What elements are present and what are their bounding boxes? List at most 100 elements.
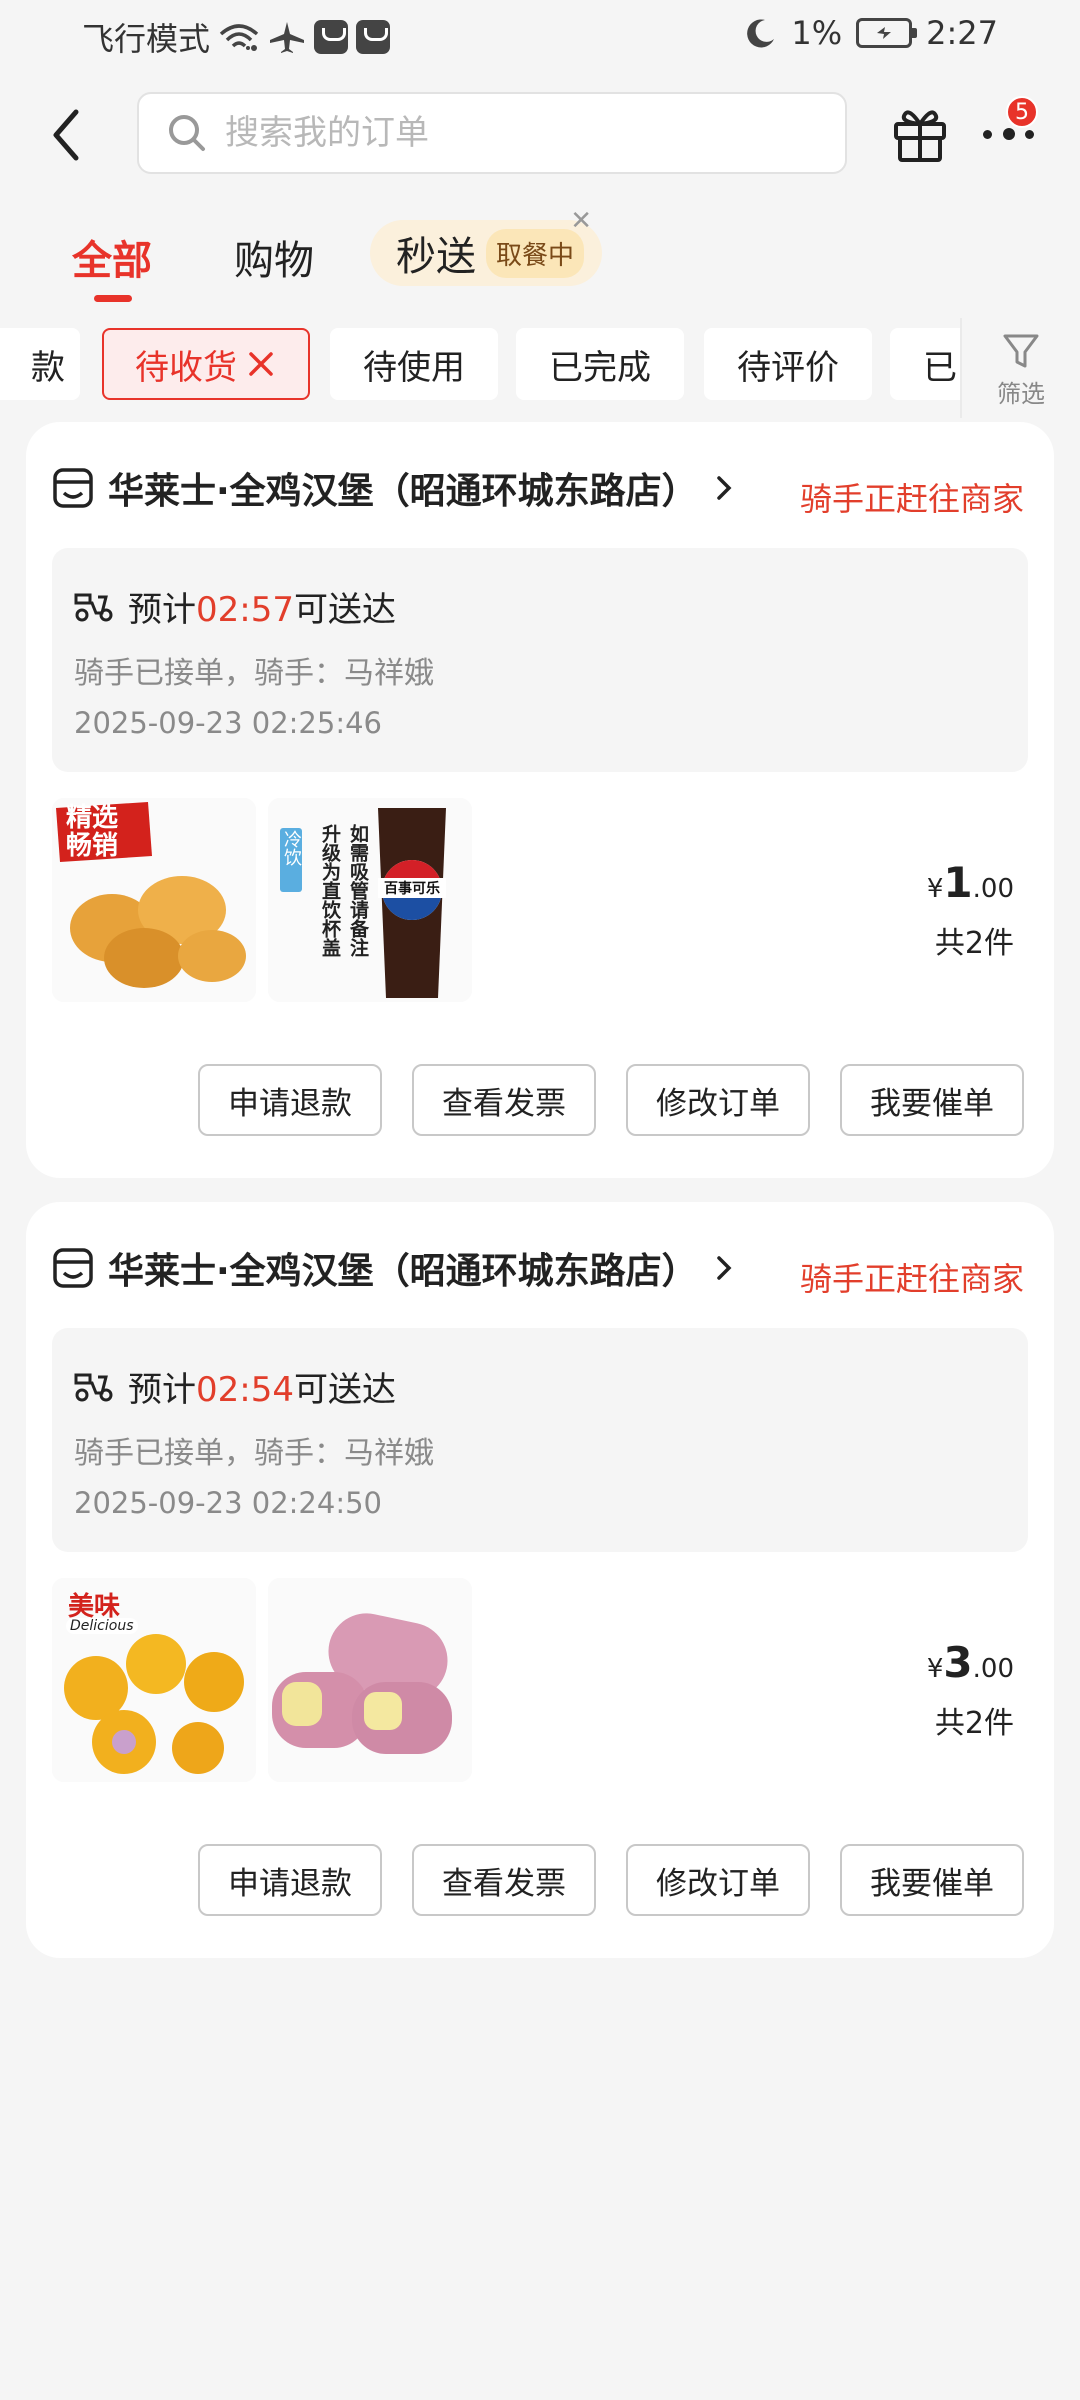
scooter-icon [74,593,113,621]
rider-info: 骑手已接单，骑手：马祥娥 [74,656,434,691]
item-count: 共2件 [934,926,1014,961]
refund-button[interactable]: 申请退款 [198,1844,382,1916]
price-int: 1 [943,858,973,907]
status-filter-chips: 款 待收货 待使用 已完成 待评价 已 [0,328,960,402]
order-card[interactable]: 华莱士·全鸡汉堡（昭通环城东路店） 骑手正赶往商家 预计02:57可送达 骑手已… [26,422,1054,1178]
refund-button[interactable]: 申请退款 [198,1064,382,1136]
tab-shopping[interactable]: 购物 [234,228,314,286]
eta-time: 02:54 [196,1370,294,1410]
order-price: ¥1.00 [927,858,1014,907]
order-status: 骑手正赶往商家 [799,1260,1024,1298]
eta-prefix: 预计 [128,1370,196,1410]
more-dot [1025,130,1034,139]
chevron-right-icon [716,1256,732,1280]
back-button[interactable] [40,100,100,170]
order-actions: 申请退款 查看发票 修改订单 我要催单 [198,1064,1024,1136]
tab-flash-label: 秒送 [396,234,476,280]
price-symbol: ¥ [926,874,944,904]
airplane-icon [270,22,305,53]
status-right: 1% 2:27 [745,14,998,52]
product-note: 如需吸管请备注 升级为直饮杯盖 [319,824,369,957]
moon-icon [747,19,775,48]
store-icon [53,1248,93,1288]
eta-suffix: 可送达 [293,1370,396,1410]
search-icon [169,115,205,151]
eta-time: 02:57 [196,590,294,630]
price-int: 3 [943,1638,973,1687]
filter-button[interactable]: 筛选 [960,318,1080,418]
chevron-left-icon [53,109,79,161]
product-image-taro[interactable] [268,1578,472,1782]
modify-order-button[interactable]: 修改订单 [626,1064,810,1136]
delivery-info: 预计02:54可送达 骑手已接单，骑手：马祥娥 2025-09-23 02:24… [52,1328,1028,1552]
price-dec: .00 [972,874,1014,904]
product-image-nuggets[interactable]: 精选 畅销 [52,798,256,1002]
funnel-icon [1003,334,1039,368]
delivery-info: 预计02:57可送达 骑手已接单，骑手：马祥娥 2025-09-23 02:25… [52,548,1028,772]
eta-row: 预计02:54可送达 [74,1362,396,1411]
close-icon[interactable]: ✕ [570,206,592,236]
gift-button[interactable] [890,102,950,164]
order-actions: 申请退款 查看发票 修改订单 我要催单 [198,1844,1024,1916]
close-icon[interactable] [245,348,277,380]
price-symbol: ¥ [926,1654,944,1684]
chip-pending-receipt[interactable]: 待收货 [102,328,310,400]
more-dot [1003,128,1015,140]
order-timestamp: 2025-09-23 02:24:50 [74,1486,382,1520]
order-timestamp: 2025-09-23 02:25:46 [74,706,382,740]
eta-text: 预计02:54可送达 [128,1362,396,1411]
wifi-icon [219,24,259,51]
status-bar: 飞行模式 1% 2:27 [0,0,1080,72]
chip-label: 款 [31,347,65,388]
airplane-mode-label: 飞行模式 [82,20,211,58]
battery-charging-icon [856,18,918,48]
store-name: 华莱士·全鸡汉堡（昭通环城东路店） [108,1251,698,1292]
item-count: 共2件 [934,1706,1014,1741]
urge-order-button[interactable]: 我要催单 [840,1844,1024,1916]
product-cold-tag: 冷饮 [281,830,302,866]
tab-all[interactable]: 全部 [72,228,152,302]
product-badge: 精选 畅销 [66,803,119,861]
eta-row: 预计02:57可送达 [74,582,396,631]
chip-to-use[interactable]: 待使用 [330,328,498,400]
chip-label: 已 [923,347,957,388]
product-badge-sub: Delicious [66,1618,138,1634]
product-logo-text: 百事可乐 [378,878,446,898]
chip-completed[interactable]: 已完成 [516,328,684,400]
rider-info: 骑手已接单，骑手：马祥娥 [74,1436,434,1471]
chip-to-review[interactable]: 待评价 [704,328,872,400]
store-link[interactable]: 华莱士·全鸡汉堡（昭通环城东路店） [52,462,736,514]
order-price: ¥3.00 [927,1638,1014,1687]
store-icon [53,468,93,508]
urge-order-button[interactable]: 我要催单 [840,1064,1024,1136]
filter-label: 筛选 [997,380,1045,408]
eta-suffix: 可送达 [293,590,396,630]
eta-text: 预计02:57可送达 [128,582,396,631]
search-bar[interactable] [137,92,847,174]
scooter-icon [74,1373,113,1401]
app-notification-icon [356,20,391,54]
battery-percent: 1% [791,14,843,52]
clock-time: 2:27 [926,14,998,52]
app-notification-icon [314,20,349,54]
more-dot [983,130,992,139]
order-card[interactable]: 华莱士·全鸡汉堡（昭通环城东路店） 骑手正赶往商家 预计02:54可送达 骑手已… [26,1202,1054,1958]
taro-pastry-image [268,1578,472,1782]
product-image-pepsi[interactable]: 冷饮 如需吸管请备注 升级为直饮杯盖 百事可乐 [268,798,472,1002]
chip-partial-right[interactable]: 已 [890,328,960,400]
price-dec: .00 [972,1654,1014,1684]
store-link[interactable]: 华莱士·全鸡汉堡（昭通环城东路店） [52,1242,736,1294]
view-invoice-button[interactable]: 查看发票 [412,1844,596,1916]
modify-order-button[interactable]: 修改订单 [626,1844,810,1916]
status-left: 飞行模式 [82,14,391,60]
order-status: 骑手正赶往商家 [799,480,1024,518]
view-invoice-button[interactable]: 查看发票 [412,1064,596,1136]
chip-partial[interactable]: 款 [0,328,80,400]
product-image-balls[interactable]: 美味 Delicious [52,1578,256,1782]
search-input[interactable] [225,113,785,153]
chip-label: 待收货 [135,347,237,388]
store-name: 华莱士·全鸡汉堡（昭通环城东路店） [108,471,698,512]
order-type-tabs: 全部 购物 秒送 取餐中 ✕ [0,206,1080,302]
tab-flash-delivery[interactable]: 秒送 取餐中 ✕ [370,206,603,286]
notification-badge: 5 [1006,96,1038,128]
